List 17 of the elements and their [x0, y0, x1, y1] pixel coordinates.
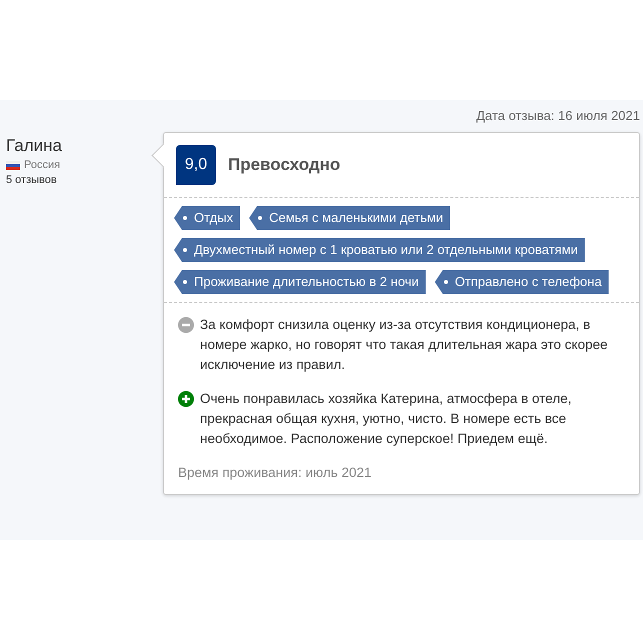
- tag: Двухместный номер с 1 кроватью или 2 отдельными кроватями: [174, 238, 585, 262]
- comment-text: За комфорт снизила оценку из-за отсутствия кондиционера, в номере жарко, но говорят что такая длительная жара это скорее исключение из правил.: [200, 316, 609, 374]
- tag: Семья с маленькими детьми: [249, 206, 450, 230]
- reviews-count: 5 отзывов: [6, 174, 58, 186]
- tag: Отдых: [174, 206, 240, 230]
- tag: Проживание длительностью в 2 ночи: [174, 270, 426, 294]
- comment-text: Очень понравилась хозяйка Катерина, атмосфера в отеле, прекрасная общая кухня, уютно, чисто. В номере есть все необходимое. Расположение суперское! Приедем ещё.: [200, 390, 572, 448]
- score-label: Превосходно: [228, 155, 340, 175]
- tag: Отправлено с телефона: [434, 270, 609, 294]
- score-badge: 9,0: [176, 145, 216, 185]
- reviewer-country: Россия: [24, 159, 60, 171]
- reviewer-name: Галина: [6, 136, 63, 156]
- plus-icon: [178, 391, 194, 407]
- review-date: Дата отзыва: 16 июля 2021: [475, 108, 640, 123]
- stay-date: Время проживания: июль 2021: [178, 465, 373, 480]
- flag-icon: [6, 160, 20, 170]
- minus-icon: [178, 317, 194, 333]
